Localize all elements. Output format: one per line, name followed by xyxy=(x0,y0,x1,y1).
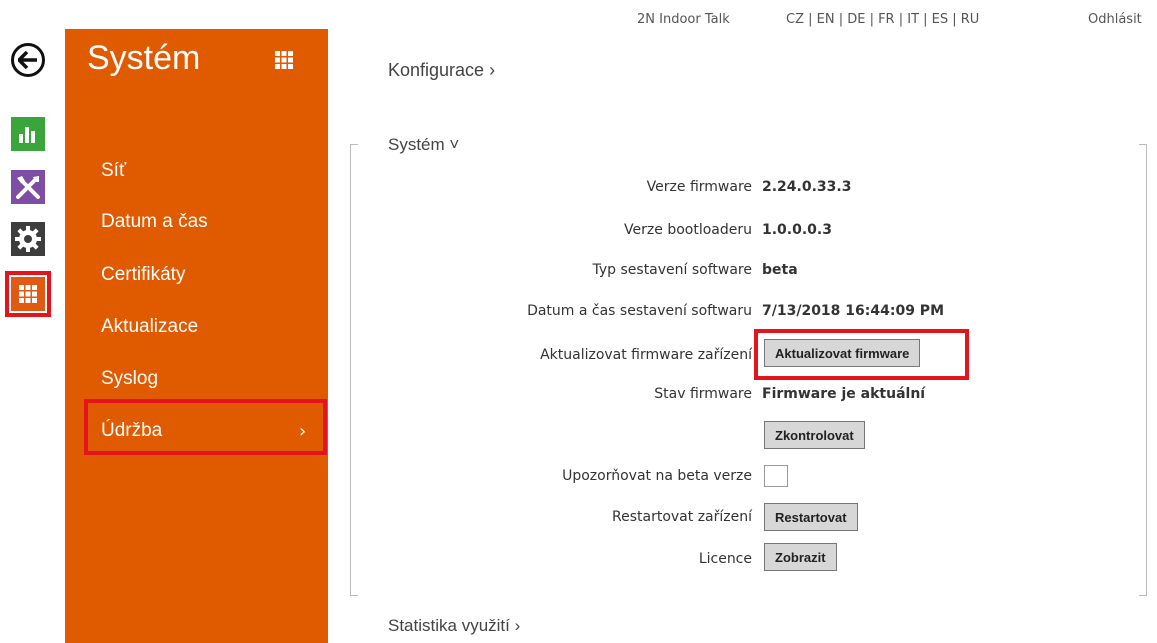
firmware-status-label: Stav firmware xyxy=(654,386,752,402)
highlight-update-firmware xyxy=(754,329,969,380)
statistics-icon xyxy=(19,127,35,143)
sidebar-grid-button[interactable] xyxy=(275,51,293,73)
breadcrumb[interactable]: Konfigurace › xyxy=(388,60,495,81)
icon-rail xyxy=(0,0,65,643)
rail-settings[interactable] xyxy=(11,222,45,256)
build-type-value: beta xyxy=(762,262,798,278)
settings-icon xyxy=(15,226,41,252)
highlight-rail-system xyxy=(5,271,51,317)
back-button[interactable] xyxy=(11,43,45,77)
tools-icon xyxy=(16,176,40,199)
sidebar-item-certificates[interactable]: Certifikáty xyxy=(101,264,185,286)
build-date-value: 7/13/2018 16:44:09 PM xyxy=(762,303,944,319)
sidebar-item-network[interactable]: Síť xyxy=(101,160,126,182)
bootloader-version-value: 1.0.0.0.3 xyxy=(762,222,832,238)
restart-button[interactable]: Restartovat xyxy=(764,503,858,531)
highlight-maintenance xyxy=(84,399,327,455)
license-view-button[interactable]: Zobrazit xyxy=(764,543,837,571)
rail-tools[interactable] xyxy=(11,170,45,204)
restart-device-label: Restartovat zařízení xyxy=(612,509,752,525)
back-arrow-icon xyxy=(18,51,37,69)
sidebar-item-date-time[interactable]: Datum a čas xyxy=(101,211,208,233)
firmware-status-value: Firmware je aktuální xyxy=(762,386,926,402)
beta-notify-label: Upozorňovat na beta verze xyxy=(562,468,752,484)
device-name: 2N Indoor Talk xyxy=(637,12,730,27)
usage-statistics-link[interactable]: Statistika využití › xyxy=(388,616,520,636)
section-frame-left xyxy=(350,144,358,596)
license-label: Licence xyxy=(698,551,752,567)
check-firmware-button[interactable]: Zkontrolovat xyxy=(764,421,865,449)
apps-grid-icon xyxy=(275,51,293,69)
sidebar-item-updates[interactable]: Aktualizace xyxy=(101,316,198,338)
sidebar: Systém Síť Datum a čas Certifikáty Aktua… xyxy=(65,29,328,643)
logout-link[interactable]: Odhlásit xyxy=(1088,12,1142,27)
sidebar-title: Systém xyxy=(87,39,201,77)
firmware-version-label: Verze firmware xyxy=(646,179,752,195)
build-type-label: Typ sestavení software xyxy=(592,262,753,278)
section-title[interactable]: Systém ˅ xyxy=(388,135,459,155)
update-firmware-label: Aktualizovat firmware zařízení xyxy=(540,347,752,363)
firmware-version-value: 2.24.0.33.3 xyxy=(762,179,852,195)
language-switcher[interactable]: CZ | EN | DE | FR | IT | ES | RU xyxy=(786,12,979,27)
beta-notify-checkbox[interactable] xyxy=(764,465,788,487)
rail-statistics[interactable] xyxy=(11,117,45,151)
bootloader-version-label: Verze bootloaderu xyxy=(624,222,752,238)
build-date-label: Datum a čas sestavení softwaru xyxy=(527,303,752,319)
sidebar-item-syslog[interactable]: Syslog xyxy=(101,368,158,390)
section-frame-right xyxy=(1139,144,1147,596)
